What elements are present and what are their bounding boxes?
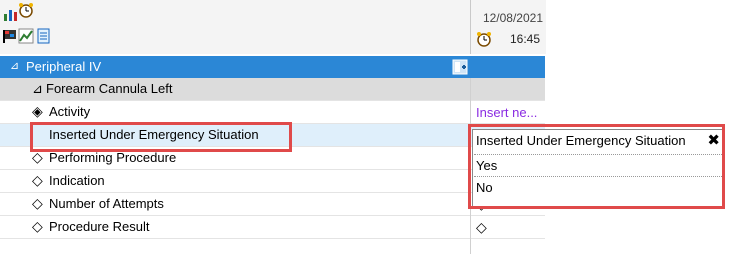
document-icon[interactable] <box>36 28 52 44</box>
add-column-icon[interactable] <box>452 59 468 75</box>
row-label: Indication <box>49 173 105 188</box>
diamond-icon: ◈ <box>32 103 43 119</box>
toolbar-area <box>0 0 545 54</box>
row-number-of-attempts[interactable]: ◇ Number of Attempts <box>0 193 545 216</box>
activity-value[interactable]: Insert ne... <box>476 105 537 120</box>
row-procedure-result[interactable]: ◇ Procedure Result <box>0 216 545 239</box>
diamond-icon: ◇ <box>32 218 43 234</box>
diamond-icon: ◇ <box>32 172 43 188</box>
flowsheet-grid: 12/08/2021 16:45 ⊿ Peripheral IV ⊿ Forea… <box>0 0 731 254</box>
subsection-collapse-icon[interactable]: ⊿ <box>32 81 43 97</box>
row-label: Activity <box>49 104 91 119</box>
row-label: Number of Attempts <box>49 196 164 211</box>
row-indication[interactable]: ◇ Indication <box>0 170 545 193</box>
diamond-icon[interactable]: ◇ <box>476 219 487 236</box>
diamond-icon: ◇ <box>32 195 43 211</box>
subsection-forearm-cannula-left[interactable]: ⊿ Forearm Cannula Left <box>0 78 545 101</box>
collapse-icon[interactable]: ⊿ <box>10 59 19 72</box>
alarm-clock-icon <box>476 31 492 47</box>
highlight-box-row <box>30 122 292 152</box>
column-date: 12/08/2021 <box>482 11 543 25</box>
graph-icon[interactable] <box>18 28 34 44</box>
row-label: Procedure Result <box>49 219 150 234</box>
section-title: Peripheral IV <box>26 59 102 74</box>
alarm-clock-icon[interactable] <box>18 2 34 18</box>
column-time: 16:45 <box>509 32 540 46</box>
flag-icon[interactable] <box>3 28 19 44</box>
highlight-box-dropdown <box>468 124 725 209</box>
section-header-peripheral-iv[interactable]: ⊿ Peripheral IV <box>0 56 545 78</box>
subsection-title: Forearm Cannula Left <box>46 81 173 96</box>
row-label: Performing Procedure <box>49 150 177 165</box>
chart-icon[interactable] <box>3 6 19 22</box>
time-column-header[interactable]: 12/08/2021 16:45 <box>470 0 546 54</box>
row-activity[interactable]: ◈ Activity <box>0 101 545 124</box>
